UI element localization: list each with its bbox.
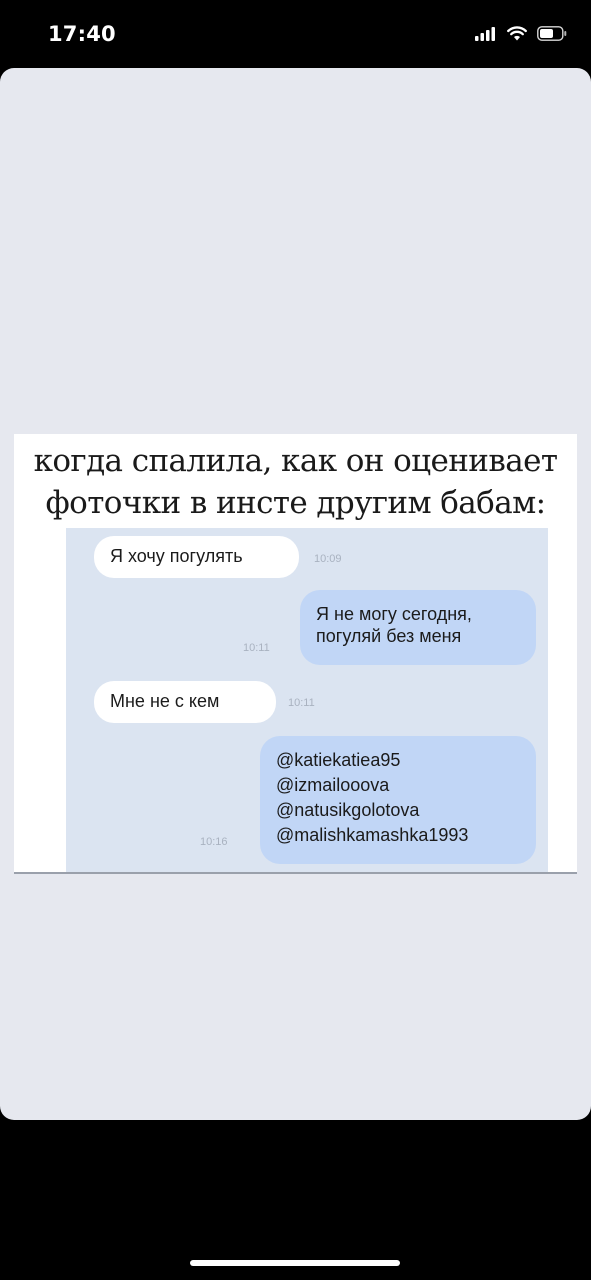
caption-line-2: фоточки в инсте другим бабам: [45,485,547,521]
mention-line: @izmailooova [276,775,390,795]
status-bar: 17:40 [0,0,591,70]
message-time: 10:16 [200,836,228,848]
outgoing-message-2: Я не могу сегодня, погуляй без меня [300,590,536,665]
message-text: Я хочу погулять [110,546,243,566]
message-line: Я не могу сегодня, [316,604,472,624]
chat-screenshot: Я хочу погулять 10:09 10:11 Я не могу се… [66,528,548,872]
incoming-message-3: Мне не с кем [94,681,276,723]
mention-line: @katiekatiea95 [276,750,401,770]
signal-icon [475,26,495,41]
message-text: Мне не с кем [110,691,220,711]
mention-line: @malishkamashka1993 [276,825,469,845]
battery-icon [537,26,567,41]
message-line: погуляй без меня [316,626,462,646]
wifi-icon [507,26,527,41]
incoming-message-1: Я хочу погулять [94,536,299,578]
outgoing-message-4: @katiekatiea95 @izmailooova @natusikgolo… [260,736,536,864]
message-time: 10:09 [314,553,342,565]
meme-caption: когда спалила, как он оценивает фоточки … [14,440,577,524]
post-image[interactable]: когда спалила, как он оценивает фоточки … [14,434,577,874]
mention-line: @natusikgolotova [276,800,420,820]
message-time: 10:11 [288,697,315,709]
post-card: когда спалила, как он оценивает фоточки … [0,68,591,1120]
status-time: 17:40 [48,22,116,46]
status-icons [475,26,567,41]
home-indicator[interactable] [190,1260,400,1266]
caption-line-1: когда спалила, как он оценивает [33,443,558,479]
message-time: 10:11 [243,642,270,654]
